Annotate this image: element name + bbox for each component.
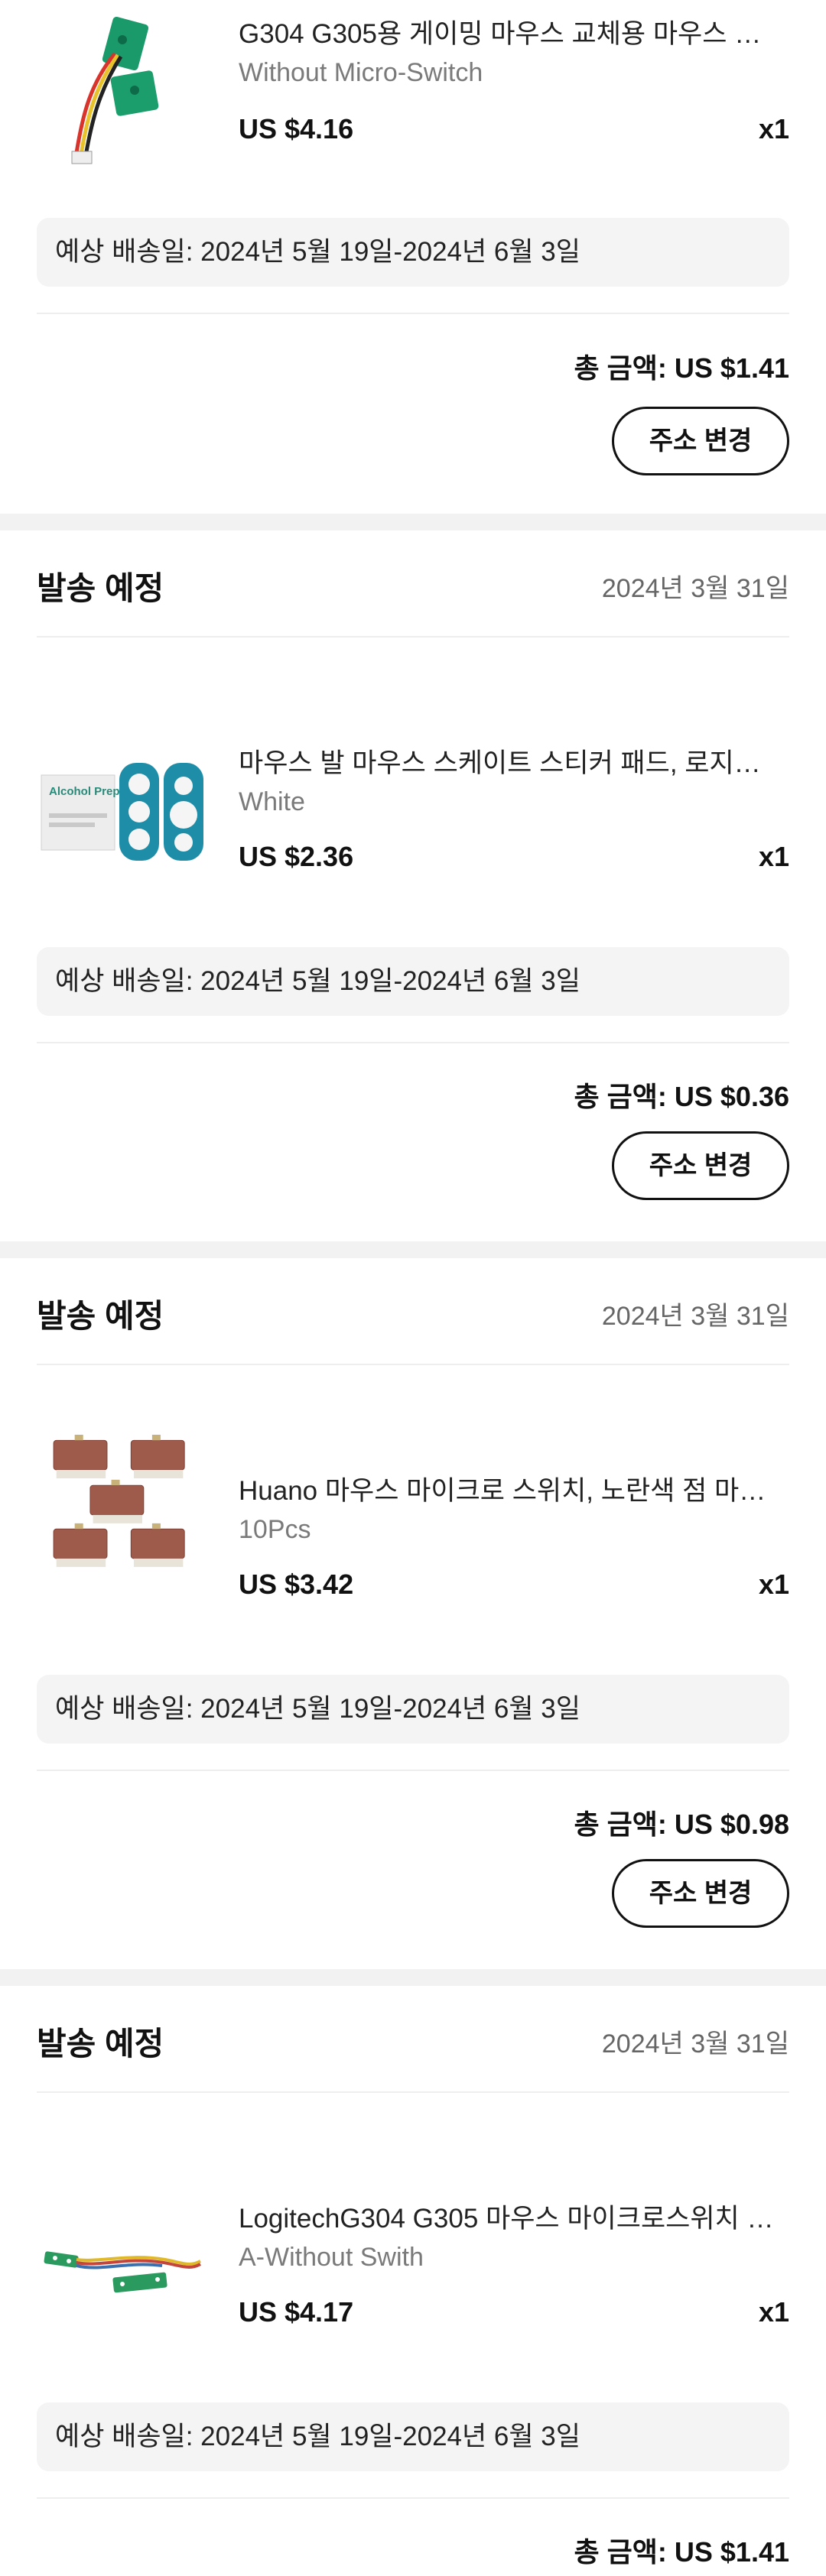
delivery-estimate: 예상 배송일: 2024년 5월 19일-2024년 6월 3일 — [37, 218, 789, 287]
product-variant: Without Micro-Switch — [239, 58, 483, 87]
product-title[interactable]: G304 G305용 게이밍 마우스 교체용 마우스 측… — [239, 12, 782, 51]
order-card: 발송 예정 2024년 3월 31일 LogitechG304 G305 마우스… — [0, 1986, 826, 2576]
order-total: 총 금액: US $0.36 — [574, 1081, 789, 1112]
product-image-switch-board[interactable] — [37, 2177, 213, 2353]
product-price: US $3.42 — [239, 1569, 354, 1600]
product-image-mouse-feet[interactable]: Alcohol Prep Pad — [37, 722, 213, 897]
divider — [37, 313, 789, 314]
order-date: 2024년 3월 31일 — [601, 2029, 789, 2059]
delivery-estimate: 예상 배송일: 2024년 5월 19일-2024년 6월 3일 — [37, 947, 789, 1016]
divider — [37, 1770, 789, 1771]
order-status: 발송 예정 — [37, 1298, 164, 1334]
order-card: 발송 예정 2024년 3월 31일 Alcohol Prep Pad 마우스 … — [0, 530, 826, 1241]
order-header: 발송 예정 2024년 3월 31일 — [37, 1986, 789, 2093]
order-header: 발송 예정 2024년 3월 31일 — [37, 1258, 789, 1365]
product-title[interactable]: Huano 마우스 마이크로 스위치, 노란색 점 마이… — [239, 1469, 782, 1508]
order-total: 총 금액: US $1.41 — [574, 352, 789, 384]
delivery-estimate: 예상 배송일: 2024년 5월 19일-2024년 6월 3일 — [37, 1675, 789, 1744]
product-price: US $4.16 — [239, 113, 354, 144]
order-date: 2024년 3월 31일 — [601, 1302, 789, 1331]
product-quantity: x1 — [758, 1569, 789, 1600]
order-total: 총 금액: US $0.98 — [574, 1809, 789, 1840]
change-address-button[interactable]: 주소 변경 — [612, 1859, 789, 1928]
product-image-micro-switches[interactable] — [37, 1408, 213, 1584]
change-address-button[interactable]: 주소 변경 — [612, 1131, 789, 1200]
product-title[interactable]: LogitechG304 G305 마우스 마이크로스위치 … — [239, 2197, 782, 2236]
product-variant: A-Without Swith — [239, 2243, 424, 2272]
change-address-button[interactable]: 주소 변경 — [612, 407, 789, 475]
product-title[interactable]: 마우스 발 마우스 스케이트 스티커 패드, 로지텍 … — [239, 741, 782, 780]
order-header: 발송 예정 2024년 3월 31일 — [37, 530, 789, 638]
order-card: G304 G305용 게이밍 마우스 교체용 마우스 측… Without Mi… — [0, 0, 826, 514]
order-total: 총 금액: US $1.41 — [574, 2536, 789, 2568]
product-price: US $2.36 — [239, 841, 354, 872]
product-variant: 10Pcs — [239, 1515, 311, 1544]
product-quantity: x1 — [758, 2296, 789, 2328]
product-quantity: x1 — [758, 841, 789, 872]
order-status: 발송 예정 — [37, 570, 164, 606]
product-variant: White — [239, 787, 305, 816]
product-image-board-cable[interactable] — [37, 0, 213, 176]
divider — [37, 1042, 789, 1043]
divider — [37, 2497, 789, 2499]
product-quantity: x1 — [758, 113, 789, 144]
order-card: 발송 예정 2024년 3월 31일 Huano 마우스 마이크로 스위치, 노… — [0, 1258, 826, 1969]
order-date: 2024년 3월 31일 — [601, 574, 789, 603]
delivery-estimate: 예상 배송일: 2024년 5월 19일-2024년 6월 3일 — [37, 2402, 789, 2471]
product-price: US $4.17 — [239, 2296, 354, 2328]
order-status: 발송 예정 — [37, 2026, 164, 2062]
